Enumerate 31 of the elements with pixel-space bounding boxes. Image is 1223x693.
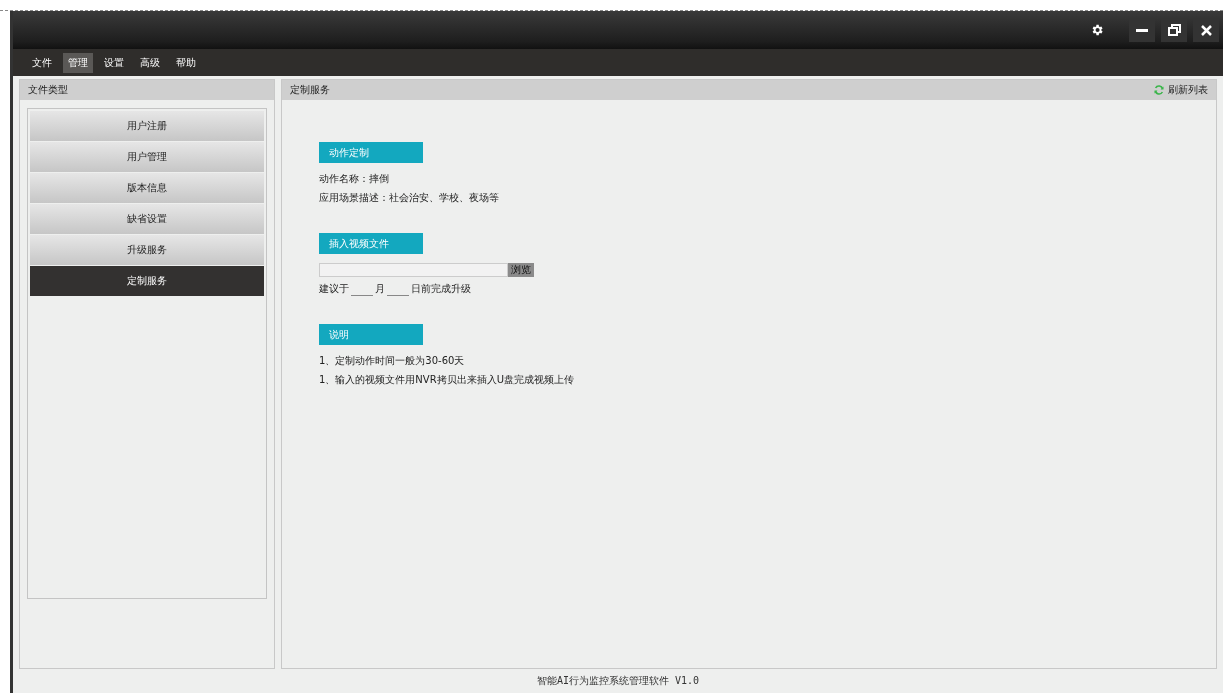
browse-button[interactable]: 浏览 (508, 263, 534, 277)
sidebar-item[interactable]: 缺省设置 (30, 204, 264, 234)
sidebar-item[interactable]: 升级服务 (30, 235, 264, 265)
file-path-field[interactable] (319, 263, 508, 277)
panel-title: 定制服务 (290, 83, 330, 97)
section-heading: 插入视频文件 (319, 233, 423, 254)
menu-item[interactable]: 帮助 (171, 52, 201, 73)
info-text: 动作名称：摔倒 (319, 172, 390, 186)
menu-item[interactable]: 管理 (63, 52, 93, 73)
refresh-icon (1154, 85, 1164, 95)
schedule-text: 建议于 (319, 282, 349, 296)
menu-item[interactable]: 设置 (99, 52, 129, 73)
schedule-text: 月 (375, 282, 385, 296)
schedule-text: 日前完成升级 (411, 282, 471, 296)
sidebar-title: 文件类型 (28, 83, 68, 97)
section-heading: 说明 (319, 324, 423, 345)
info-text: 1、输入的视频文件用NVR拷贝出来插入U盘完成视频上传 (319, 373, 575, 387)
refresh-button[interactable]: 刷新列表 (1154, 83, 1208, 97)
menu-item[interactable]: 文件 (27, 52, 57, 73)
close-icon (1200, 24, 1212, 36)
info-text: 应用场景描述：社会治安、学校、夜场等 (319, 191, 500, 205)
sidebar-item[interactable]: 用户管理 (30, 142, 264, 172)
restore-icon (1167, 24, 1181, 36)
info-text: 1、定制动作时间一般为30-60天 (319, 354, 466, 368)
menu-item[interactable]: 高级 (135, 52, 165, 73)
minimize-icon (1136, 28, 1148, 32)
sidebar-item[interactable]: 版本信息 (30, 173, 264, 203)
section-heading: 动作定制 (319, 142, 423, 163)
status-bar-text: 智能AI行为监控系统管理软件 V1.0 (535, 674, 701, 688)
sidebar-item[interactable]: 用户注册 (30, 111, 264, 141)
sidebar-item[interactable]: 定制服务 (30, 266, 264, 296)
